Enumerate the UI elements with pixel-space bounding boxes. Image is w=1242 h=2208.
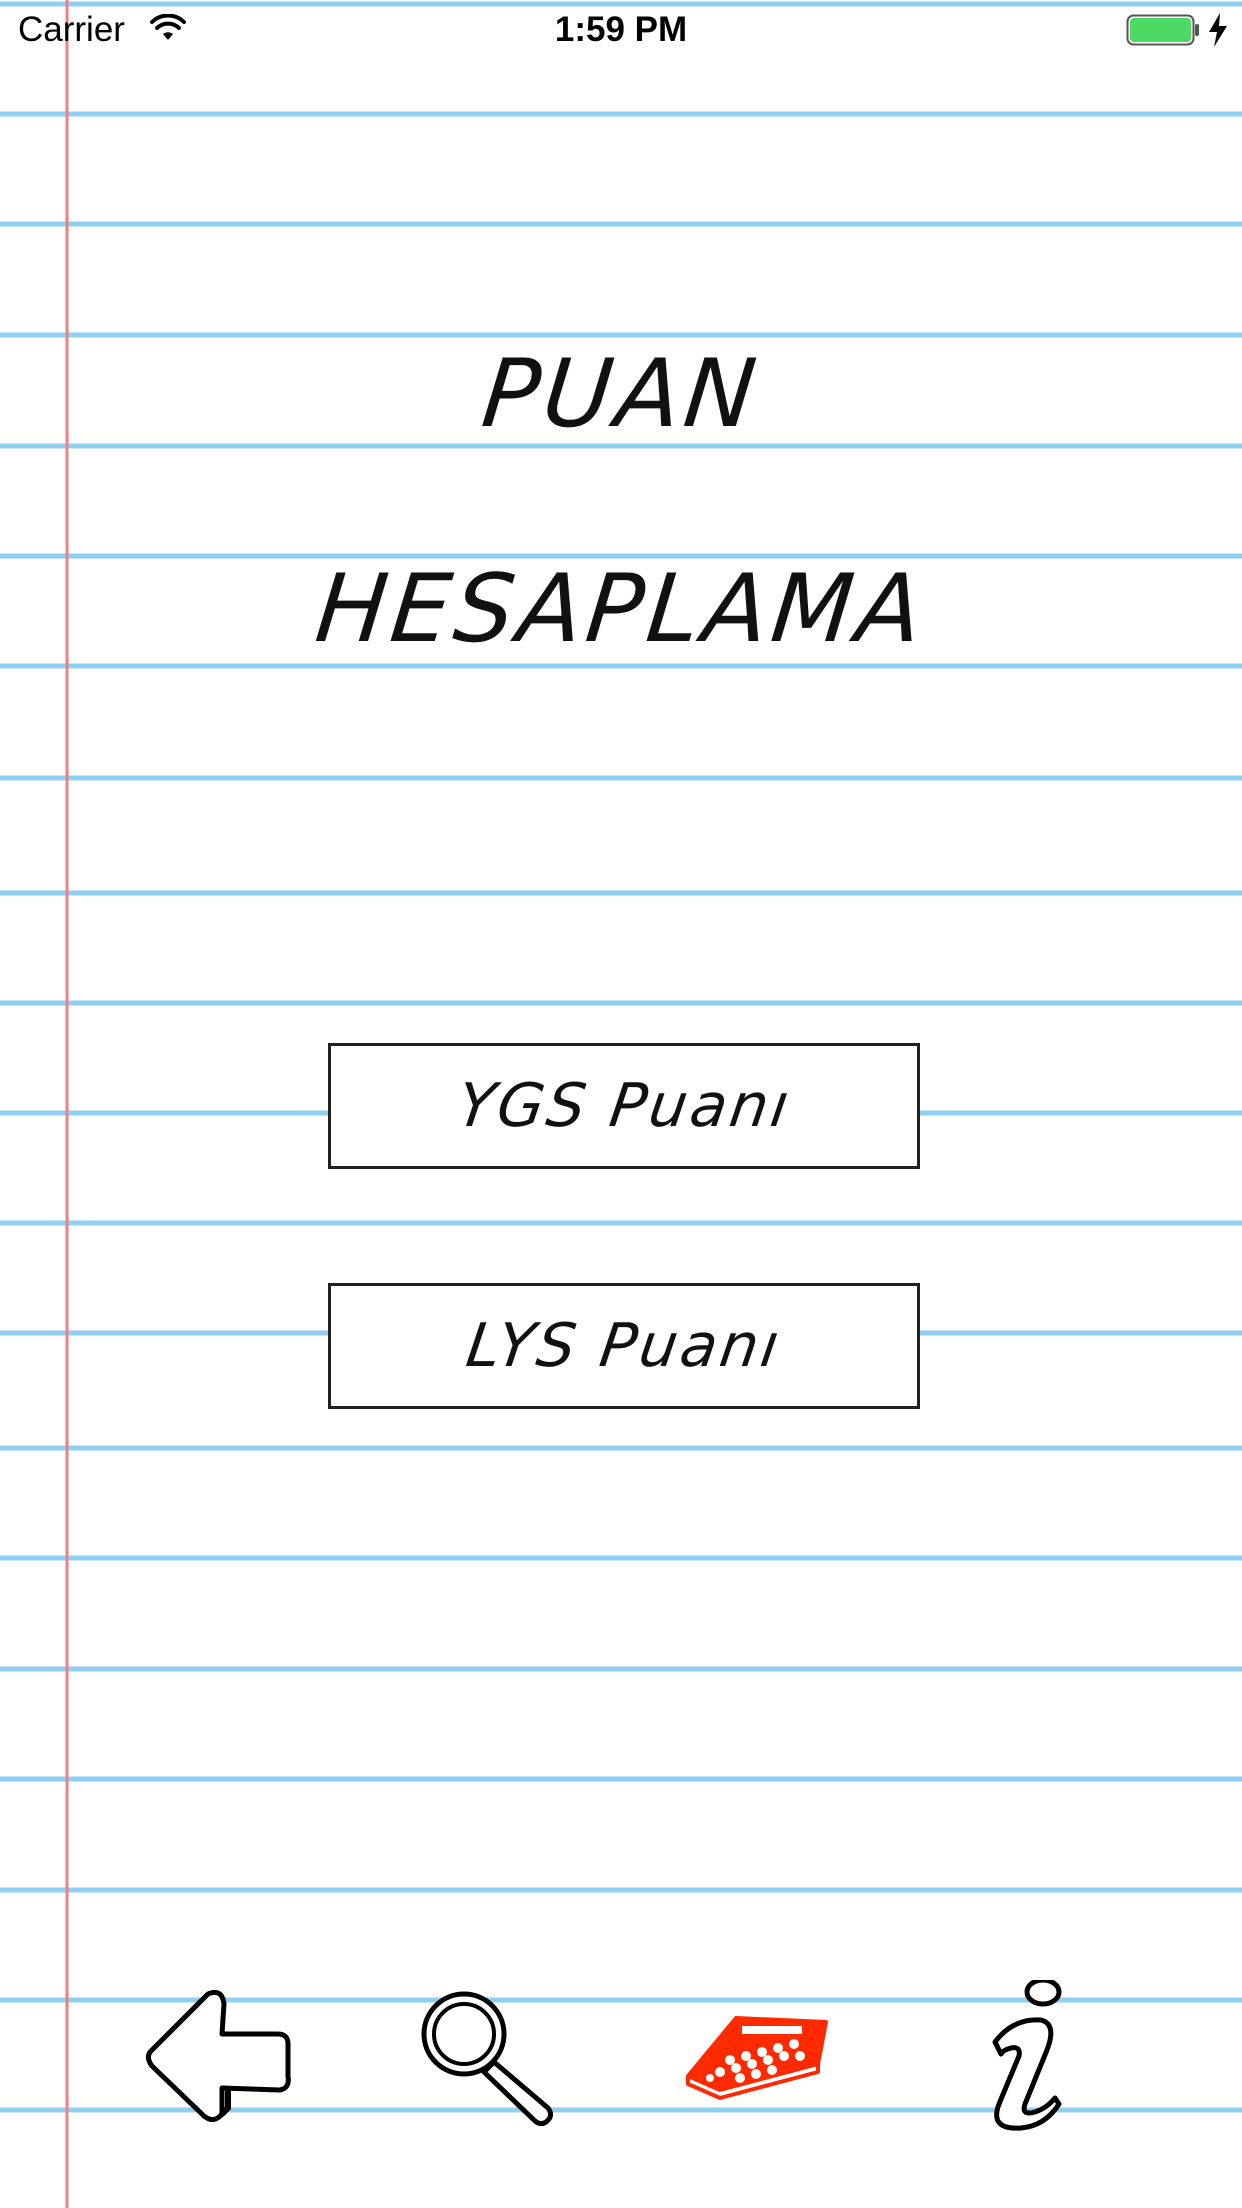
calculator-icon: [686, 2016, 828, 2100]
back-arrow-icon: [145, 1989, 291, 2122]
info-icon: [992, 1977, 1062, 2131]
tab-back[interactable]: [138, 1980, 298, 2140]
status-bar: Carrier 1:59 PM: [0, 0, 1242, 60]
lys-score-button-label: LYS Puanı: [461, 1311, 786, 1381]
magnifier-icon: [421, 1991, 554, 2127]
lys-score-button[interactable]: LYS Puanı: [328, 1283, 920, 1409]
ygs-score-button[interactable]: YGS Puanı: [328, 1043, 920, 1169]
page-title-line2: HESAPLAMA: [310, 555, 932, 664]
clock-label: 1:59 PM: [554, 10, 688, 49]
battery-icon: [1126, 14, 1199, 46]
tab-calculator[interactable]: [680, 1980, 840, 2140]
ygs-score-button-label: YGS Puanı: [452, 1071, 796, 1141]
page-title-line1: PUAN: [477, 340, 765, 449]
tab-info[interactable]: [955, 1977, 1115, 2140]
tab-search[interactable]: [408, 1980, 568, 2140]
charging-bolt-icon: [1209, 13, 1227, 47]
